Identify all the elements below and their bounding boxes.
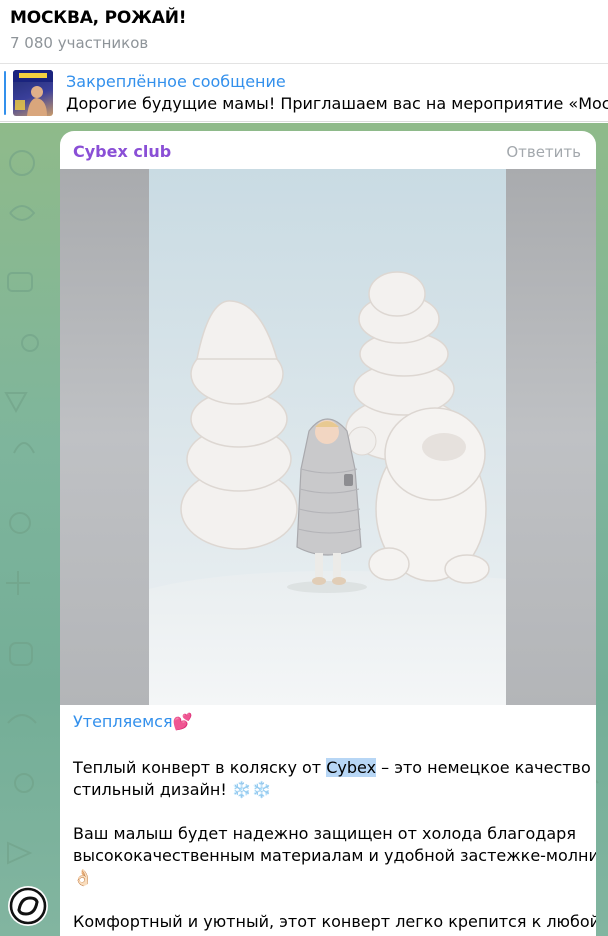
text-fragment: стильный дизайн! xyxy=(73,780,232,799)
message-bubble[interactable]: Cybex club Ответить Утепляемся💕 Теплый к… xyxy=(60,131,596,936)
paragraph-3-line-1: Комфортный и уютный, этот конверт легко … xyxy=(73,912,596,931)
channel-logo-button[interactable] xyxy=(8,886,48,926)
paragraph-1-line-2: стильный дизайн! ❄️❄️ xyxy=(73,779,272,801)
photo-image xyxy=(149,169,506,705)
message-media[interactable] xyxy=(60,169,596,705)
member-count: 7 080 участников xyxy=(10,34,149,52)
pinned-text: Дорогие будущие мамы! Приглашаем вас на … xyxy=(66,94,608,113)
pinned-message-bar[interactable]: Закреплённое сообщение Дорогие будущие м… xyxy=(0,64,608,122)
message-photo[interactable] xyxy=(149,169,506,705)
pinned-indicator xyxy=(4,71,6,115)
channel-logo-icon xyxy=(9,887,47,925)
text-fragment: Теплый конверт в коляску от xyxy=(73,758,327,777)
paragraph-2-line-1: Ваш малыш будет надежно защищен от холод… xyxy=(73,824,576,843)
hearts-emoji: 💕 xyxy=(172,712,193,731)
highlighted-mention[interactable]: Cybex xyxy=(326,758,377,777)
sender-name[interactable]: Cybex club xyxy=(73,142,171,161)
pinned-title: Закреплённое сообщение xyxy=(66,72,286,91)
text-fragment: – это немецкое качество и xyxy=(376,758,596,777)
ok-hand-emoji: 👌🏻 xyxy=(73,868,93,887)
paragraph-1-line-1: Теплый конверт в коляску от Cybex – это … xyxy=(73,757,596,779)
pinned-thumbnail xyxy=(13,70,53,116)
chat-header[interactable]: МОСКВА, РОЖАЙ! 7 080 участников xyxy=(0,0,608,64)
hashtag-line: Утепляемся💕 xyxy=(73,711,192,733)
reply-button[interactable]: Ответить xyxy=(506,143,581,161)
hashtag-link[interactable]: Утепляемся xyxy=(73,712,173,731)
chat-title: МОСКВА, РОЖАЙ! xyxy=(10,8,187,28)
snowflake-emoji: ❄️❄️ xyxy=(231,780,272,799)
paragraph-2-line-2: высококачественным материалам и удобной … xyxy=(73,846,596,865)
